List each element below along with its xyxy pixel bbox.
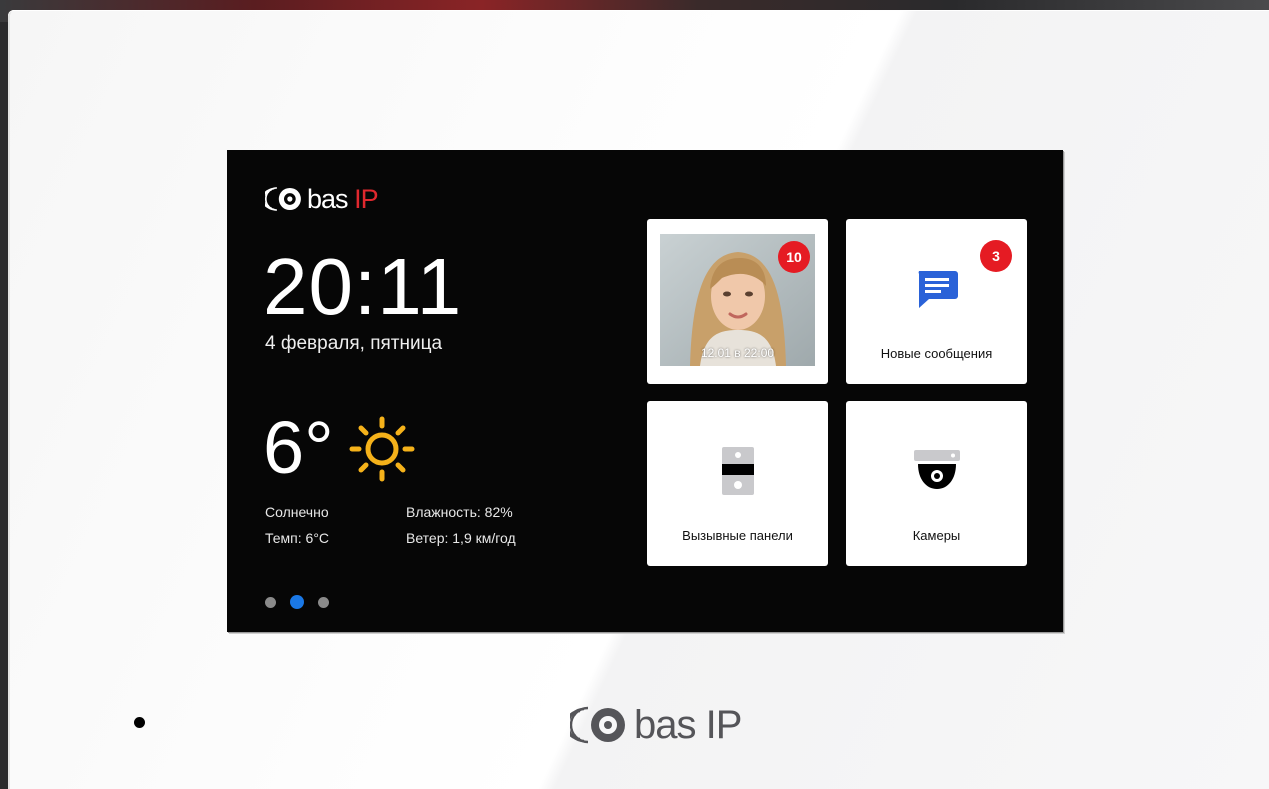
page-dot-3[interactable] bbox=[318, 596, 329, 608]
visitor-timestamp: 12.01 в 22:00 bbox=[700, 346, 775, 360]
clock-date: 4 февраля, пятница bbox=[265, 333, 443, 354]
device-brand-text: bas IP bbox=[634, 703, 742, 747]
message-icon bbox=[918, 271, 958, 308]
weather-wind: Ветер: 1,9 км/год bbox=[406, 530, 516, 546]
basip-logo-mark-icon bbox=[570, 706, 625, 744]
weather-condition: Солнечно bbox=[265, 504, 329, 520]
page-dot-2-active[interactable] bbox=[290, 595, 304, 609]
door-panel-icon bbox=[721, 447, 754, 495]
device-logo: bas IP bbox=[570, 703, 742, 747]
basip-logo-mark-icon bbox=[265, 187, 301, 211]
messages-label: Новые сообщения bbox=[880, 346, 993, 361]
dome-camera-icon bbox=[913, 450, 960, 489]
clock-time: 20:11 bbox=[263, 242, 463, 331]
intercom-device: bas IP bas IP 20:11 4 февраля, пятница 6… bbox=[8, 10, 1269, 789]
visitor-snapshot-tile[interactable]: 12.01 в 22:00 10 bbox=[647, 219, 828, 384]
screen-logo: bas IP bbox=[265, 184, 379, 214]
missed-calls-badge: 10 bbox=[778, 241, 810, 273]
messages-tile[interactable]: 3 Новые сообщения bbox=[846, 219, 1027, 384]
weather-temp-line: Темп: 6°C bbox=[265, 530, 330, 546]
page-dot-1[interactable] bbox=[265, 596, 276, 608]
call-panels-label: Вызывные панели bbox=[682, 528, 793, 543]
status-led bbox=[134, 717, 145, 728]
screen-brand-text: bas IP bbox=[307, 184, 379, 214]
touch-screen: bas IP 20:11 4 февраля, пятница 6° Солне… bbox=[227, 150, 1063, 632]
weather-temperature: 6° bbox=[263, 406, 334, 489]
sun-icon bbox=[349, 416, 415, 482]
weather-humidity: Влажность: 82% bbox=[406, 504, 513, 520]
new-messages-badge: 3 bbox=[980, 240, 1012, 272]
cameras-tile[interactable]: Камеры bbox=[846, 401, 1027, 566]
call-panels-tile[interactable]: Вызывные панели bbox=[647, 401, 828, 566]
page-indicator bbox=[265, 595, 329, 609]
cameras-label: Камеры bbox=[912, 528, 961, 543]
